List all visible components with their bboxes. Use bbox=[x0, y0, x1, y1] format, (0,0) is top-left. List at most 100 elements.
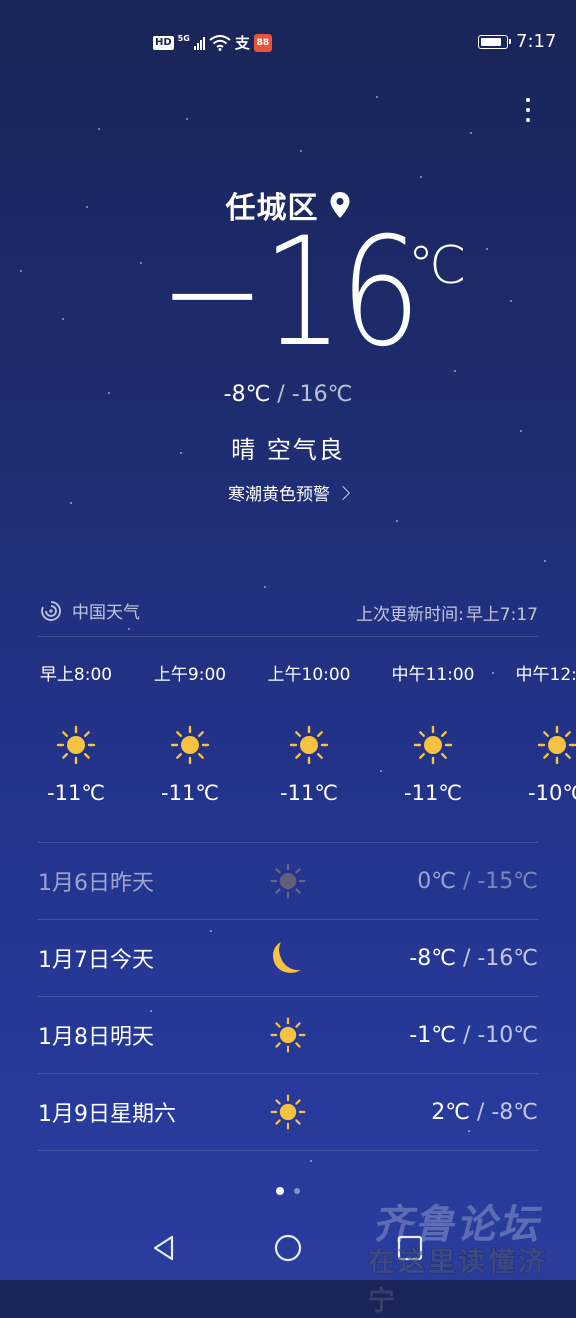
star-dot bbox=[264, 586, 266, 588]
day-sep: / bbox=[463, 1023, 470, 1048]
status-icons: HD 5G 支 88 bbox=[153, 32, 272, 53]
day-high: 0℃ bbox=[417, 869, 456, 894]
day-date: 1月6日昨天 bbox=[38, 865, 268, 897]
star-dot bbox=[396, 520, 398, 522]
updated-label: 上次更新时间: bbox=[356, 605, 464, 625]
hour-temp: -11℃ bbox=[280, 781, 338, 805]
sun-icon bbox=[535, 723, 576, 767]
hour-item: 早上8:00 -11℃ bbox=[11, 660, 141, 805]
app-notification-icon: 88 bbox=[254, 34, 272, 52]
data-source: 中国天气 bbox=[40, 598, 140, 623]
wifi-icon bbox=[209, 35, 231, 51]
hour-item: 上午9:00 -11℃ bbox=[125, 660, 255, 805]
day-date: 1月7日今天 bbox=[38, 942, 268, 974]
divider bbox=[38, 1150, 538, 1151]
daily-row[interactable]: 1月7日今天 -8℃ / -16℃ bbox=[38, 920, 538, 996]
daily-row[interactable]: 1月9日星期六 2℃ / -8℃ bbox=[38, 1074, 538, 1150]
battery-level bbox=[481, 38, 501, 46]
alipay-icon: 支 bbox=[235, 32, 250, 53]
chevron-right-icon bbox=[336, 485, 350, 499]
sun-icon bbox=[266, 1092, 310, 1132]
daily-row[interactable]: 1月8日明天 -1℃ / -10℃ bbox=[38, 997, 538, 1073]
signal-icon bbox=[194, 36, 205, 50]
star-dot bbox=[98, 128, 100, 130]
day-temps: -1℃ / -10℃ bbox=[409, 1023, 538, 1048]
sun-icon bbox=[266, 861, 310, 901]
star-dot bbox=[470, 132, 472, 134]
hour-temp: -10℃ bbox=[528, 781, 576, 805]
hour-item: 中午12:00 -10℃ bbox=[492, 660, 576, 805]
day-high: 2℃ bbox=[431, 1100, 470, 1125]
more-menu-button[interactable] bbox=[514, 90, 542, 130]
star-dot bbox=[376, 96, 378, 98]
hour-time: 中午12:00 bbox=[516, 660, 576, 690]
temp-unit: ℃ bbox=[408, 236, 466, 296]
star-dot bbox=[128, 628, 130, 630]
hour-time: 上午9:00 bbox=[154, 660, 226, 690]
day-sep: / bbox=[463, 946, 470, 971]
day-low: -10℃ bbox=[477, 1023, 538, 1048]
day-low: -15℃ bbox=[477, 869, 538, 894]
day-low: -8℃ bbox=[491, 1100, 538, 1125]
day-date: 1月9日星期六 bbox=[38, 1096, 268, 1128]
divider bbox=[38, 636, 538, 637]
hourly-forecast[interactable]: 早上8:00 -11℃ 上午9:00 -11℃ 上午10:00 -11℃ 中午1… bbox=[0, 660, 576, 820]
more-dot-icon bbox=[526, 118, 530, 122]
watermark-slogan: 在这里读懂济宁 bbox=[368, 1240, 576, 1318]
day-date: 1月8日明天 bbox=[38, 1019, 268, 1051]
china-weather-logo-icon bbox=[40, 600, 62, 622]
star-dot bbox=[300, 150, 302, 152]
hour-temp: -11℃ bbox=[404, 781, 462, 805]
weather-condition: 晴 bbox=[231, 436, 257, 464]
hour-item: 中午11:00 -11℃ bbox=[368, 660, 498, 805]
day-high: -1℃ bbox=[409, 1023, 456, 1048]
day-temps: 0℃ / -15℃ bbox=[417, 869, 538, 894]
star-dot bbox=[310, 1160, 312, 1162]
sun-icon bbox=[54, 723, 98, 767]
air-quality: 空气良 bbox=[267, 436, 345, 464]
hilo-separator: / bbox=[277, 382, 284, 407]
hour-time: 上午10:00 bbox=[268, 660, 351, 690]
sun-icon bbox=[287, 723, 331, 767]
star-dot bbox=[186, 118, 188, 120]
sun-icon bbox=[168, 723, 212, 767]
hour-time: 中午11:00 bbox=[392, 660, 475, 690]
status-clock: 7:17 bbox=[516, 31, 556, 52]
day-sep: / bbox=[477, 1100, 484, 1125]
moon-icon bbox=[266, 938, 310, 978]
star-dot bbox=[420, 176, 422, 178]
today-low: -16℃ bbox=[292, 382, 353, 407]
daily-row[interactable]: 1月6日昨天 0℃ / -15℃ bbox=[38, 843, 538, 919]
today-high: -8℃ bbox=[224, 382, 271, 407]
star-dot bbox=[544, 560, 546, 562]
last-updated: 上次更新时间:早上7:17 bbox=[356, 600, 538, 625]
sun-icon bbox=[411, 723, 455, 767]
weather-alert-link[interactable]: 寒潮黄色预警 bbox=[0, 480, 576, 505]
current-temperature: −16 bbox=[0, 208, 576, 378]
hour-temp: -11℃ bbox=[47, 781, 105, 805]
day-sep: / bbox=[463, 869, 470, 894]
day-low: -16℃ bbox=[477, 946, 538, 971]
more-dot-icon bbox=[526, 108, 530, 112]
sun-icon bbox=[266, 1015, 310, 1055]
hour-time: 早上8:00 bbox=[40, 660, 112, 690]
hour-item: 上午10:00 -11℃ bbox=[244, 660, 374, 805]
page-dot-active[interactable] bbox=[276, 1187, 284, 1195]
source-name: 中国天气 bbox=[72, 598, 140, 623]
alert-text: 寒潮黄色预警 bbox=[228, 480, 330, 505]
forum-watermark: 齐鲁论坛 在这里读懂济宁 bbox=[368, 1192, 576, 1280]
5g-icon: 5G bbox=[178, 34, 190, 43]
current-temp-value: −16 bbox=[159, 208, 418, 378]
day-high: -8℃ bbox=[409, 946, 456, 971]
condition-line: 晴 空气良 bbox=[0, 430, 576, 465]
today-high-low: -8℃ / -16℃ bbox=[0, 382, 576, 407]
status-bar: HD 5G 支 88 7:17 bbox=[0, 0, 576, 84]
back-icon[interactable] bbox=[148, 1232, 180, 1264]
updated-time: 早上7:17 bbox=[466, 605, 538, 625]
home-icon[interactable] bbox=[272, 1232, 304, 1264]
hd-icon: HD bbox=[153, 36, 174, 50]
page-dot[interactable] bbox=[294, 1188, 300, 1194]
hour-temp: -11℃ bbox=[161, 781, 219, 805]
day-temps: -8℃ / -16℃ bbox=[409, 946, 538, 971]
battery-icon bbox=[478, 35, 508, 49]
